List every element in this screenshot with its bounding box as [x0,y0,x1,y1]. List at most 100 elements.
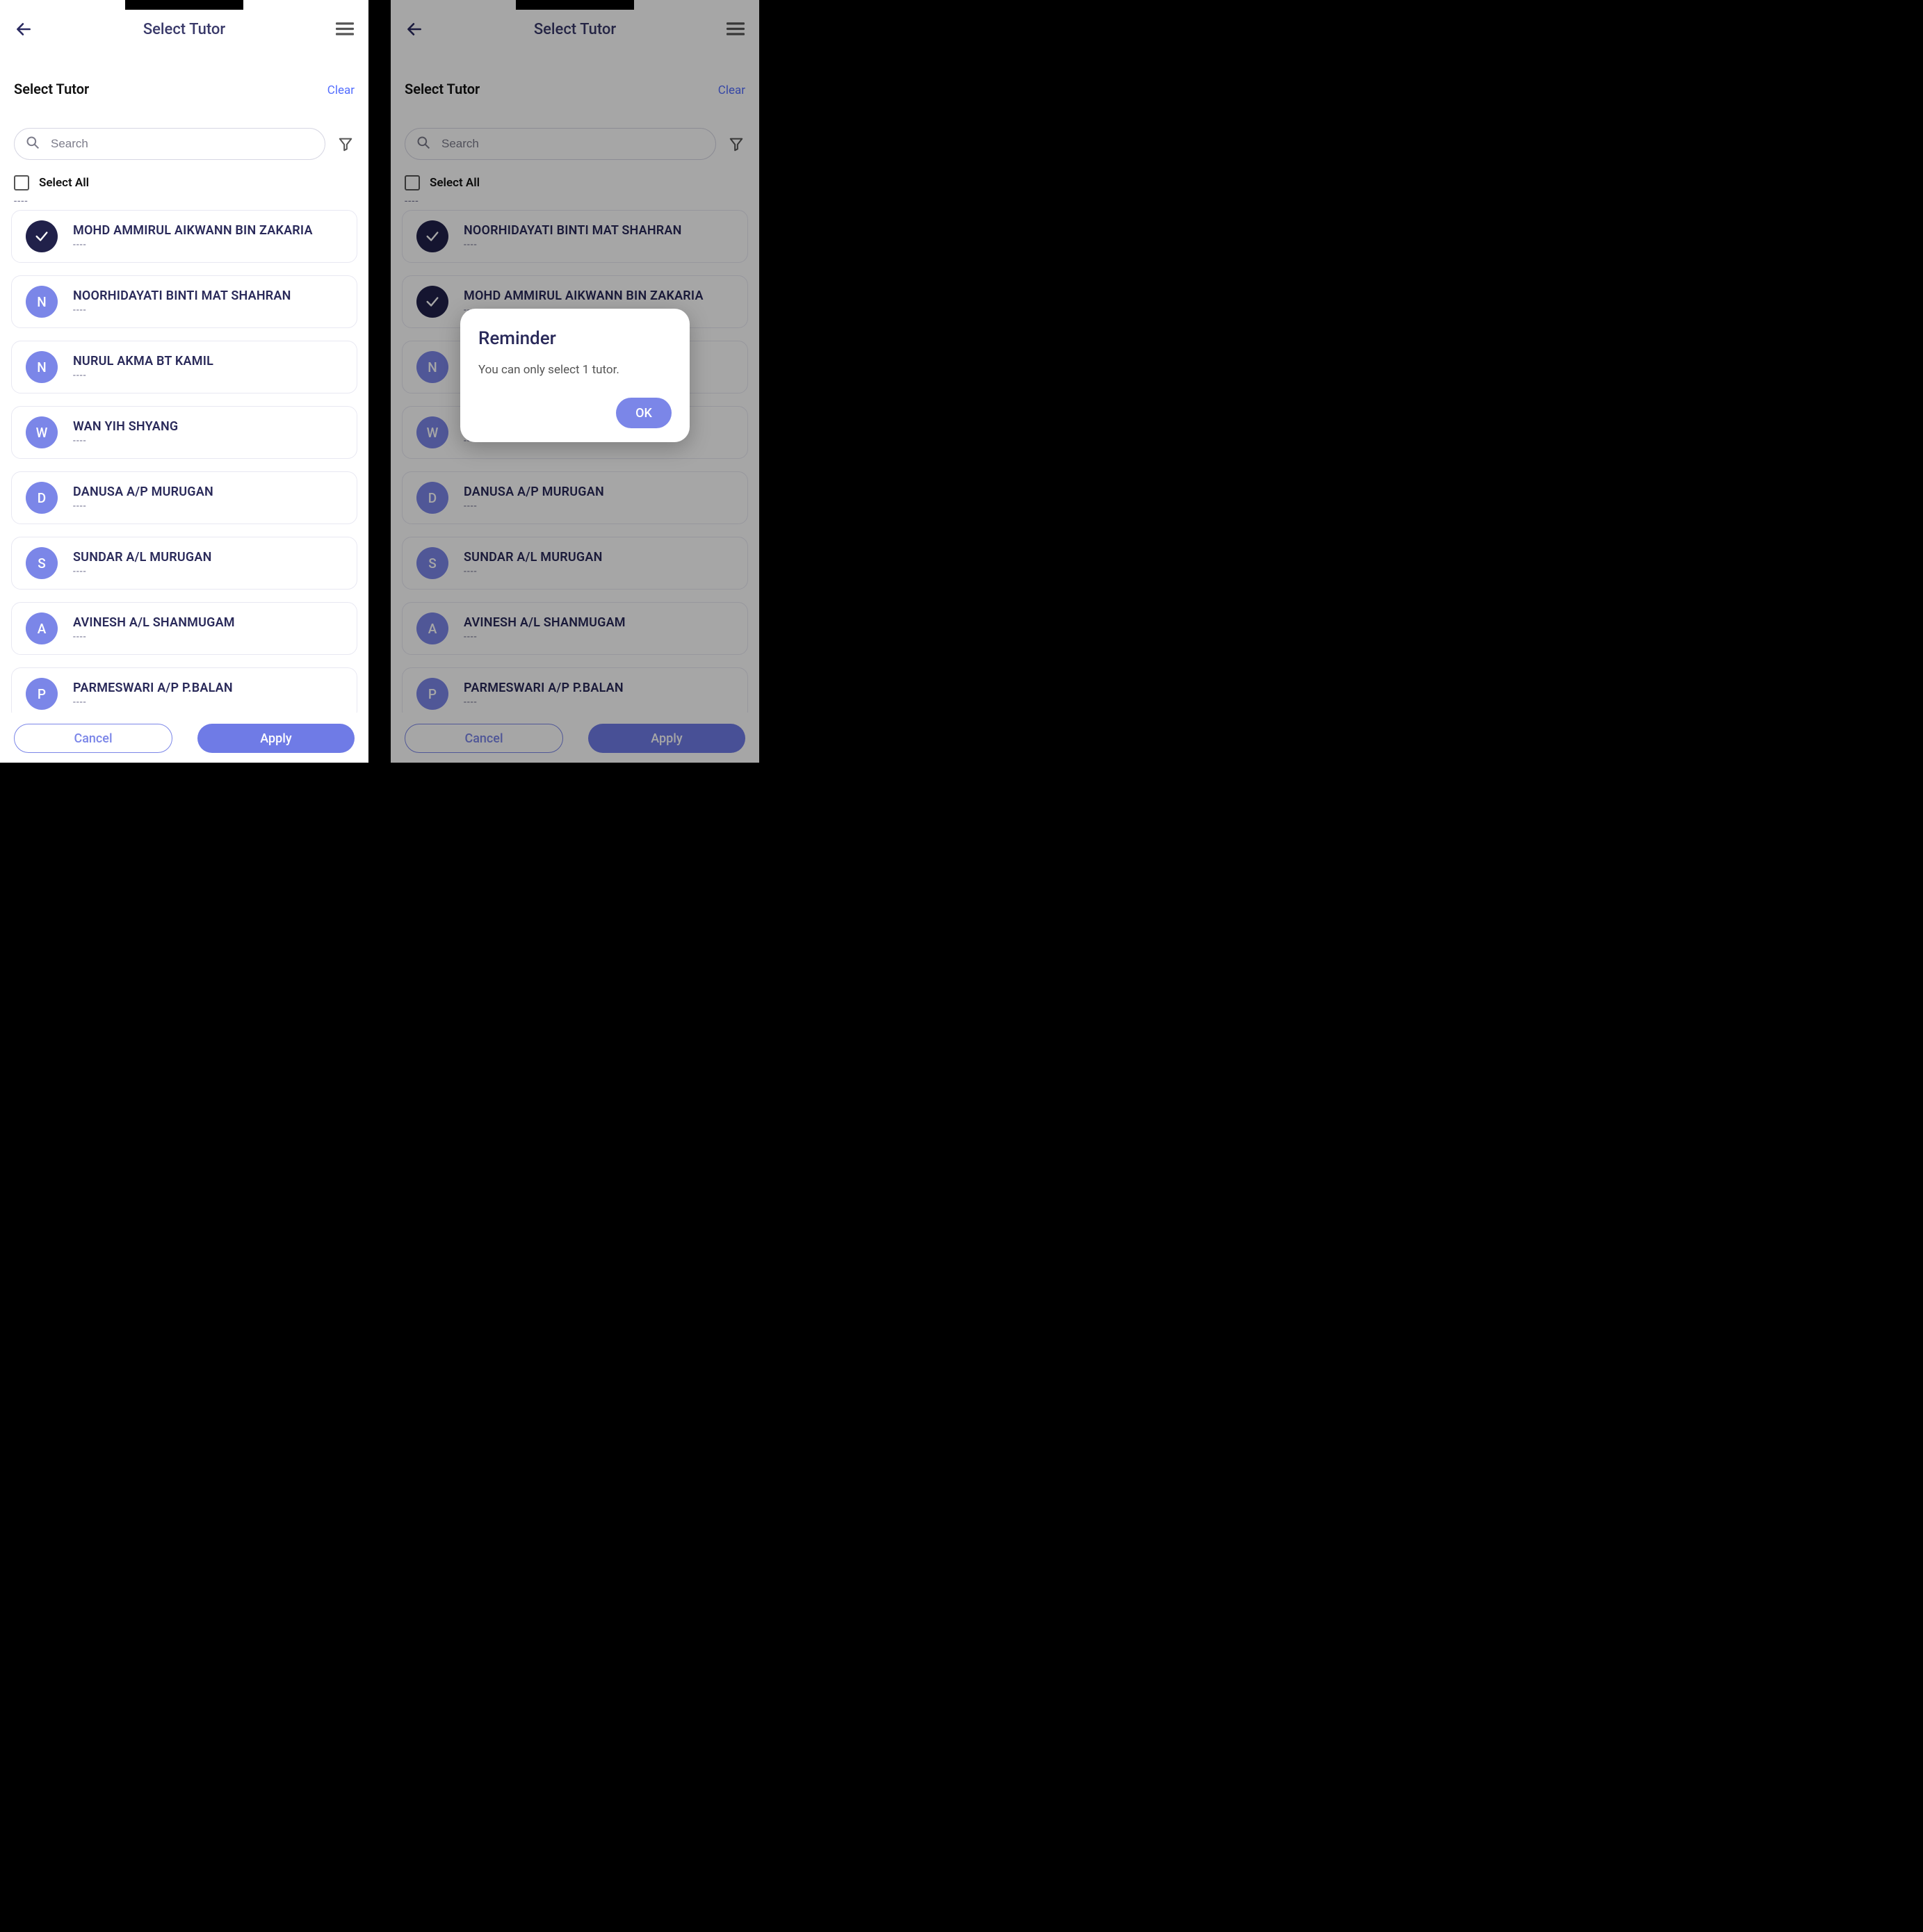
tutor-name: PARMESWARI A/P P.BALAN [73,681,233,695]
select-all-label: Select All [39,176,89,190]
tutor-subtext: ---- [464,697,624,708]
tutor-subtext: ---- [73,697,233,708]
apply-button[interactable]: Apply [588,724,745,753]
tutor-row[interactable]: LLEONG MEI WAN---- [402,733,748,763]
tutor-name: WAN YIH SHYANG [73,419,178,434]
search-box[interactable] [405,128,716,160]
tutor-subtext: ---- [464,501,604,512]
dialog-ok-button[interactable]: OK [616,398,672,428]
checkmark-avatar-icon [416,286,448,318]
tutor-row[interactable]: D DANUSA A/P MURUGAN ---- [11,471,357,524]
section-divider: ---- [391,192,759,210]
avatar-initial: A [416,612,448,644]
avatar-initial: D [416,482,448,514]
page-title: Select Tutor [143,21,225,38]
tutor-name: DANUSA A/P MURUGAN [464,485,604,499]
reminder-dialog: Reminder You can only select 1 tutor. OK [460,309,690,442]
checkmark-avatar-icon [26,220,58,252]
search-input[interactable] [49,136,314,152]
clear-link[interactable]: Clear [327,83,355,97]
tutor-name: PARMESWARI A/P P.BALAN [464,681,624,695]
select-all-checkbox[interactable] [405,175,420,190]
tutor-row[interactable]: S SUNDAR A/L MURUGAN---- [402,537,748,590]
avatar-initial: W [26,416,58,448]
tutor-name: AVINESH A/L SHANMUGAM [464,615,626,630]
footer-actions: Cancel Apply [391,713,759,763]
tutor-name: DANUSA A/P MURUGAN [73,485,213,499]
tutor-subtext: ---- [464,631,626,642]
search-input[interactable] [440,136,704,152]
dialog-message: You can only select 1 tutor. [478,363,672,377]
tutor-subtext: ---- [464,239,682,250]
tutor-row[interactable]: MOHD AMMIRUL AIKWANN BIN ZAKARIA---- [11,210,357,263]
tutor-subtext: ---- [73,370,213,381]
filter-button[interactable] [336,136,355,152]
cancel-button[interactable]: Cancel [405,724,563,753]
phone-right: Select Tutor Select Tutor Clear Select A… [391,0,759,763]
select-all-checkbox[interactable] [14,175,29,190]
back-button[interactable] [403,18,425,40]
tutor-row[interactable]: NOORHIDAYATI BINTI MAT SHAHRAN---- [402,210,748,263]
tutor-subtext: ---- [73,501,213,512]
avatar-initial: S [416,547,448,579]
tutor-row[interactable]: W WAN YIH SHYANG---- [11,406,357,459]
tutor-name: MOHD AMMIRUL AIKWANN BIN ZAKARIA [464,289,704,303]
avatar-initial: S [26,547,58,579]
tutor-name: SUNDAR A/L MURUGAN [464,550,603,565]
tutor-name: NOORHIDAYATI BINTI MAT SHAHRAN [464,223,682,238]
select-all-row[interactable]: Select All [0,165,368,192]
avatar-initial: P [416,678,448,710]
tutor-row[interactable]: N NOORHIDAYATI BINTI MAT SHAHRAN ---- [11,275,357,328]
avatar-initial: D [26,482,58,514]
device-notch [516,0,634,10]
page-title: Select Tutor [534,21,616,38]
cancel-button[interactable]: Cancel [14,724,172,753]
device-notch [125,0,243,10]
clear-link[interactable]: Clear [718,83,745,97]
tutor-subtext: ---- [464,566,603,577]
avatar-initial: A [26,612,58,644]
search-icon [26,136,40,152]
tutor-name: NURUL AKMA BT KAMIL [73,354,213,368]
avatar-initial: N [26,351,58,383]
tutor-subtext: ---- [73,435,178,446]
checkmark-avatar-icon [416,220,448,252]
avatar-initial: N [26,286,58,318]
avatar-initial: W [416,416,448,448]
tutor-name: SUNDAR A/L MURUGAN [73,550,212,565]
search-box[interactable] [14,128,325,160]
tutor-name: LEONG MEI WAN [464,743,561,758]
tutor-subtext: ---- [73,566,212,577]
tutor-name: MOHD AMMIRUL AIKWANN BIN ZAKARIA [73,223,313,238]
tutor-row[interactable]: P PARMESWARI A/P P.BALAN ---- [402,667,748,720]
tutor-row[interactable]: S SUNDAR A/L MURUGAN---- [11,537,357,590]
tutor-subtext: ---- [73,239,313,250]
phone-left: Select Tutor Select Tutor Clear Select A… [0,0,368,763]
tutor-list: MOHD AMMIRUL AIKWANN BIN ZAKARIA----NNOO… [0,210,368,763]
footer-actions: Cancel Apply [0,713,368,763]
tutor-row[interactable]: N NURUL AKMA BT KAMIL ---- [11,341,357,393]
section-divider: ---- [0,192,368,210]
tutor-list: NOORHIDAYATI BINTI MAT SHAHRAN----MOHD A… [391,210,759,763]
tutor-row[interactable]: A AVINESH A/L SHANMUGAM---- [402,602,748,655]
avatar-initial: N [416,351,448,383]
avatar-initial: L [416,743,448,763]
filter-button[interactable] [727,136,745,152]
tutor-subtext: ---- [73,305,291,316]
tutor-row[interactable]: A AVINESH A/L SHANMUGAM---- [11,602,357,655]
select-all-row[interactable]: Select All [391,165,759,192]
back-button[interactable] [13,18,35,40]
tutor-subtext: ---- [73,631,235,642]
section-heading: Select Tutor [14,81,89,97]
section-heading: Select Tutor [405,81,480,97]
menu-button[interactable] [724,18,747,40]
search-icon [416,136,430,152]
dialog-title: Reminder [478,328,672,349]
tutor-name: AVINESH A/L SHANMUGAM [73,615,235,630]
menu-button[interactable] [334,18,356,40]
tutor-name: NOORHIDAYATI BINTI MAT SHAHRAN [73,289,291,303]
select-all-label: Select All [430,176,480,190]
avatar-initial: P [26,678,58,710]
tutor-row[interactable]: D DANUSA A/P MURUGAN ---- [402,471,748,524]
apply-button[interactable]: Apply [197,724,355,753]
